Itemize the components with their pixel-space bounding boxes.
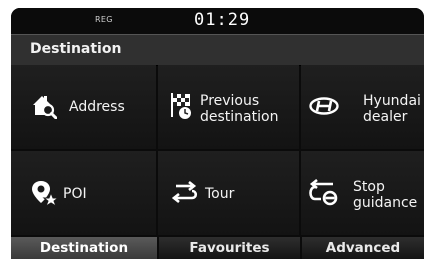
status-bar: REG 01:29: [11, 8, 424, 34]
tab-destination[interactable]: Destination: [11, 237, 157, 259]
poi-pin-star-icon: [31, 179, 60, 211]
menu-item-hyundai-dealer[interactable]: Hyundai dealer: [301, 65, 424, 149]
menu-item-label-line1: Hyundai: [363, 93, 421, 109]
menu-item-previous-destination[interactable]: Previous destination: [158, 65, 299, 149]
tour-arrows-icon: [171, 180, 198, 209]
bottom-tab-bar: Destination Favourites Advanced: [11, 237, 424, 259]
menu-item-label: POI: [63, 186, 87, 202]
clock: 01:29: [194, 10, 251, 30]
house-search-icon: [31, 93, 58, 123]
page-title: Destination: [30, 41, 122, 57]
tab-advanced[interactable]: Advanced: [302, 237, 424, 259]
menu-item-tour[interactable]: Tour: [158, 151, 299, 235]
reg-indicator: REG: [95, 15, 113, 24]
hyundai-logo-icon: [309, 97, 339, 119]
menu-item-label: Address: [69, 99, 125, 115]
title-bar: Destination: [11, 34, 424, 66]
menu-item-label: Tour: [205, 186, 235, 202]
nav-screen: REG 01:29 Destination Address Previous d…: [11, 8, 424, 259]
menu-item-stop-guidance[interactable]: Stop guidance: [301, 151, 424, 235]
menu-item-label-line2: guidance: [353, 195, 418, 211]
menu-item-address[interactable]: Address: [11, 65, 156, 149]
menu-item-label-line2: destination: [200, 109, 279, 125]
menu-item-label-line1: Previous: [200, 93, 260, 109]
menu-grid: Address Previous destination Hyundai dea…: [11, 65, 424, 235]
menu-item-poi[interactable]: POI: [11, 151, 156, 235]
flag-clock-icon: [169, 91, 195, 125]
tab-favourites[interactable]: Favourites: [159, 237, 300, 259]
stop-guidance-icon: [309, 178, 339, 211]
menu-item-label-line2: dealer: [363, 109, 408, 125]
menu-item-label-line1: Stop: [353, 179, 385, 195]
